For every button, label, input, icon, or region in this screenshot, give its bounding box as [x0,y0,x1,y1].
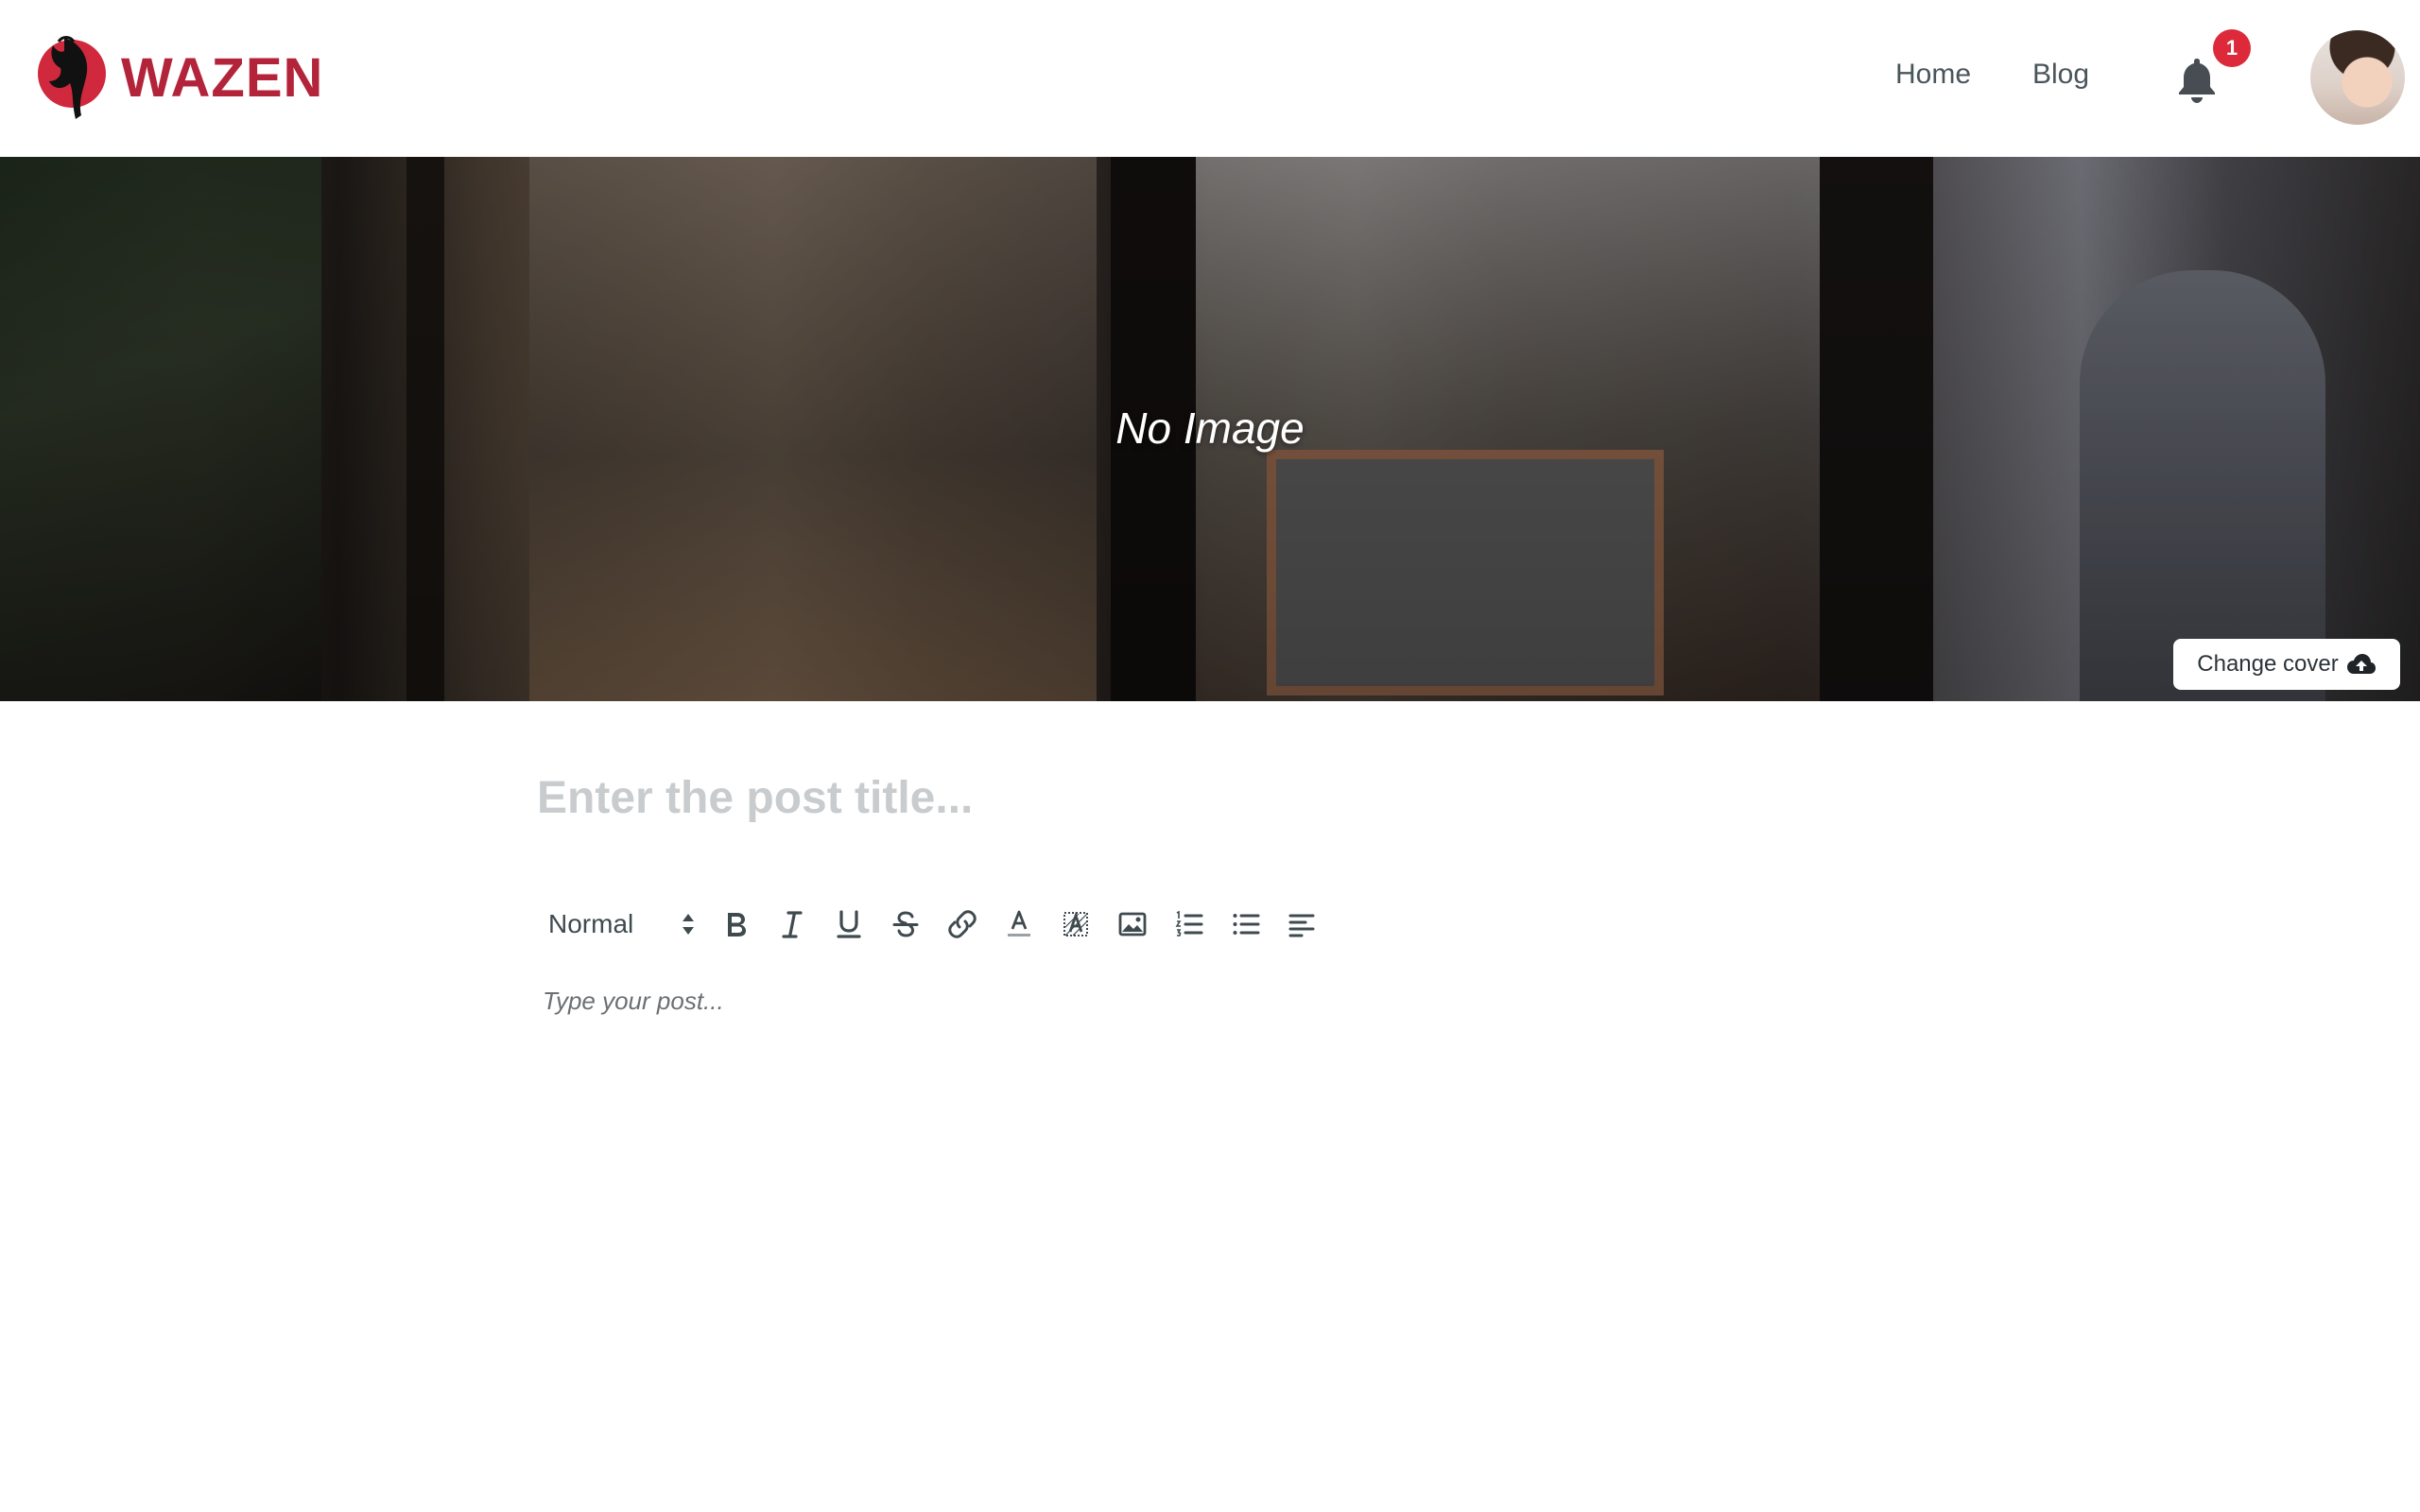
text-color-icon [1008,910,1030,936]
notification-badge: 1 [2213,29,2251,67]
ordered-list-button[interactable] [1161,900,1218,949]
post-body-input[interactable] [543,987,1885,1270]
change-cover-label: Change cover [2197,651,2339,677]
nav-blog-link[interactable]: Blog [2032,59,2089,91]
underline-button[interactable] [821,900,877,949]
brand-logo[interactable]: WAZEN [36,32,323,123]
user-avatar[interactable] [2310,30,2405,125]
strikethrough-button[interactable] [877,900,934,949]
cover-placeholder-text: No Image [1115,404,1305,453]
cloud-upload-icon [2346,654,2376,674]
background-color-icon [1063,911,1088,936]
bold-icon [728,913,746,936]
format-select[interactable]: Normal [537,900,707,949]
link-icon [948,910,977,938]
strikethrough-icon [892,911,919,937]
editor-toolbar: Normal [537,898,1331,951]
image-icon [1118,912,1147,936]
format-select-value: Normal [548,909,634,938]
cover-image: No Image Change cover [0,157,2420,701]
align-button[interactable] [1274,900,1331,949]
brand-name: WAZEN [121,46,324,109]
background-color-button[interactable] [1047,900,1104,949]
bold-button[interactable] [707,900,764,949]
top-navbar: WAZEN Home Blog 1 [0,0,2420,157]
text-color-button[interactable] [991,900,1047,949]
ordered-list-icon [1175,910,1203,936]
italic-button[interactable] [764,900,821,949]
bell-icon[interactable] [2174,55,2220,104]
bullet-list-icon [1233,914,1260,935]
nav-home-link[interactable]: Home [1895,59,1971,91]
align-icon [1288,914,1315,937]
change-cover-button[interactable]: Change cover [2173,639,2400,690]
post-title-input[interactable] [537,762,1879,833]
bullet-list-button[interactable] [1218,900,1274,949]
koi-logo-icon [38,36,106,119]
select-arrows-icon [683,914,694,935]
italic-icon [782,911,803,938]
underline-icon [837,910,861,938]
link-button[interactable] [934,900,991,949]
image-button[interactable] [1104,900,1161,949]
